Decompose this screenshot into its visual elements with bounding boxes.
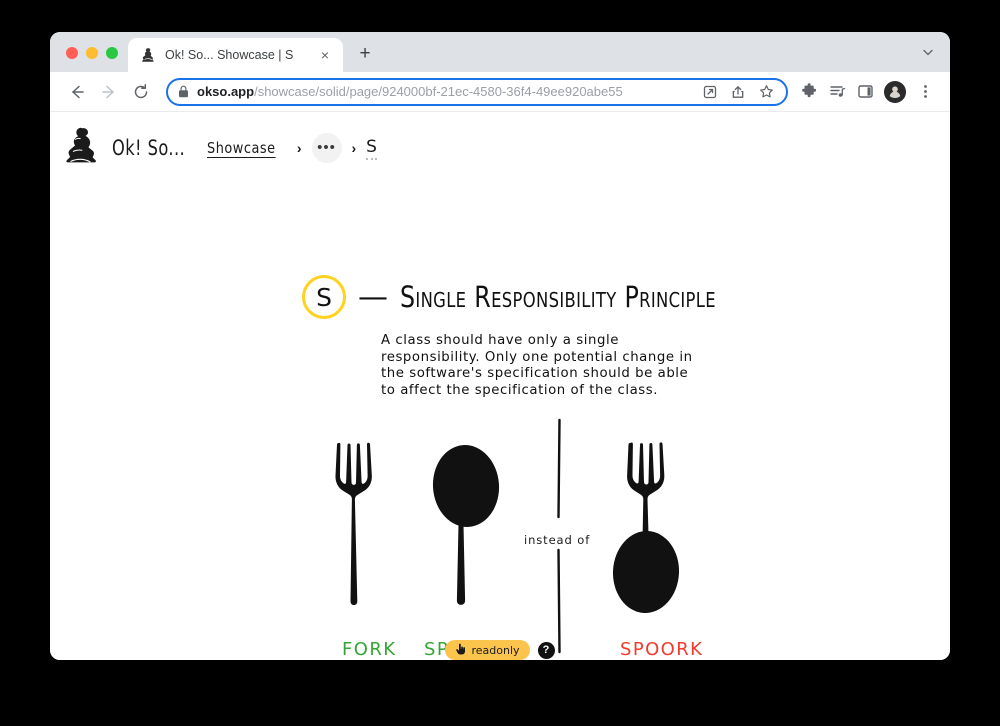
breadcrumb-overflow-button[interactable]: ••• — [311, 133, 342, 163]
reading-list-icon[interactable] — [824, 79, 850, 105]
extensions-puzzle-icon[interactable] — [796, 79, 822, 105]
url-domain: okso.app — [197, 84, 255, 99]
window-controls — [50, 47, 128, 72]
instead-of-label: instead of — [524, 533, 591, 547]
fork-drawing — [335, 442, 372, 605]
help-button[interactable]: ? — [537, 641, 555, 659]
new-tab-button[interactable]: + — [351, 40, 379, 68]
drawing-canvas[interactable]: instead of FORK SPOON SPOORK — [312, 417, 742, 660]
open-in-new-icon[interactable] — [700, 82, 720, 102]
breadcrumb-item-showcase[interactable]: Showcase — [207, 139, 276, 157]
maximize-window-button[interactable] — [106, 47, 118, 59]
url-path: /showcase/solid/page/924000bf-21ec-4580-… — [254, 84, 623, 99]
bookmark-star-icon[interactable] — [756, 82, 776, 102]
browser-tab[interactable]: Ok! So... Showcase | S × — [128, 38, 343, 72]
breadcrumb: Ok! So... Showcase › ••• › S — [62, 126, 377, 170]
close-window-button[interactable] — [66, 47, 78, 59]
breadcrumb-separator-2: › — [351, 140, 357, 156]
reload-button[interactable] — [126, 77, 156, 107]
share-icon[interactable] — [728, 82, 748, 102]
hand-pointer-icon — [455, 643, 466, 658]
browser-toolbar: okso.app/showcase/solid/page/924000bf-21… — [50, 72, 950, 112]
url-text: okso.app/showcase/solid/page/924000bf-21… — [197, 84, 692, 99]
more-vertical-icon[interactable] — [912, 79, 938, 105]
close-tab-icon[interactable]: × — [315, 45, 335, 65]
forward-button[interactable] — [94, 77, 124, 107]
breadcrumb-separator-1: › — [296, 140, 302, 156]
page-title: S — Single Responsibility Principle — [302, 275, 785, 319]
lock-icon — [178, 85, 189, 98]
readonly-label: readonly — [471, 643, 520, 657]
minimize-window-button[interactable] — [86, 47, 98, 59]
tab-title: Ok! So... Showcase | S — [165, 48, 294, 62]
page-content: Ok! So... Showcase › ••• › S S — Single … — [50, 112, 950, 660]
title-dash: — — [358, 279, 388, 315]
spoon-drawing — [432, 445, 500, 605]
side-panel-icon[interactable] — [852, 79, 878, 105]
back-button[interactable] — [62, 77, 92, 107]
title-text: Single Responsibility Principle — [400, 280, 716, 314]
chevron-down-icon[interactable] — [922, 46, 934, 61]
thinker-favicon — [140, 47, 156, 63]
readonly-badge[interactable]: readonly — [445, 640, 530, 660]
page-description: A class should have only a single respon… — [381, 333, 693, 398]
thinker-logo-icon[interactable] — [62, 126, 102, 170]
title-badge: S — [302, 275, 346, 319]
spoork-drawing — [612, 442, 680, 613]
breadcrumb-item-current[interactable]: S — [366, 137, 377, 160]
brand-name[interactable]: Ok! So... — [112, 136, 185, 160]
address-bar[interactable]: okso.app/showcase/solid/page/924000bf-21… — [166, 77, 788, 106]
profile-avatar[interactable] — [884, 80, 906, 103]
readonly-row: readonly ? — [50, 640, 950, 660]
browser-window: Ok! So... Showcase | S × + okso.app/show… — [50, 32, 950, 660]
tab-strip: Ok! So... Showcase | S × + — [50, 32, 950, 72]
